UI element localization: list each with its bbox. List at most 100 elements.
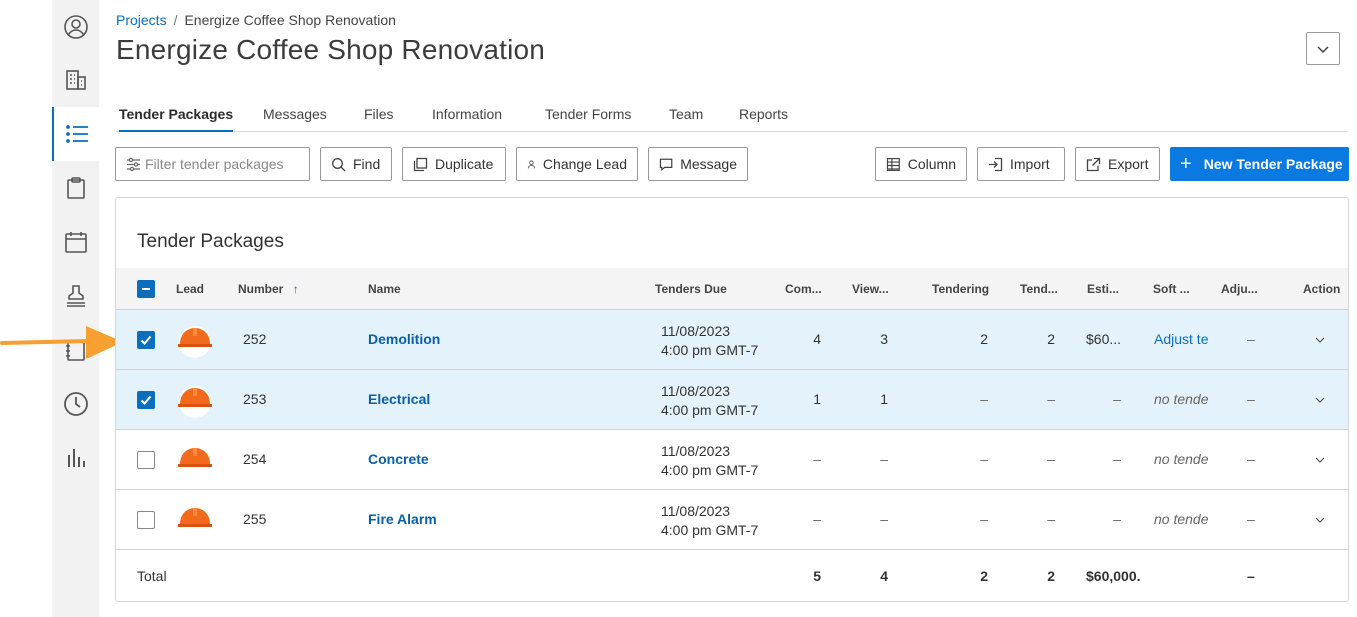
row-checkbox[interactable]: [137, 331, 155, 349]
table-header: Lead Number ↑ Name Tenders Due Com... Vi…: [116, 268, 1348, 310]
project-menu-button[interactable]: [1306, 32, 1340, 65]
header-estimate[interactable]: Esti...: [1087, 282, 1119, 296]
header-soft[interactable]: Soft ...: [1153, 282, 1190, 296]
sidebar-item-schedule[interactable]: [52, 215, 99, 269]
row-name-link[interactable]: Fire Alarm: [368, 511, 437, 527]
sidebar-item-reports[interactable]: [52, 431, 99, 485]
table-row[interactable]: 252 Demolition 11/08/2023 4:00 pm GMT-7 4…: [116, 310, 1348, 370]
sort-ascending-icon: ↑: [292, 282, 299, 296]
row-estimate: –: [1113, 391, 1121, 407]
message-button[interactable]: Message: [648, 147, 748, 181]
row-checkbox[interactable]: [137, 391, 155, 409]
row-soft: no tende: [1154, 511, 1209, 527]
header-number[interactable]: Number ↑: [238, 282, 299, 296]
sidebar-item-tender-packages[interactable]: [52, 107, 99, 161]
sidebar-item-history[interactable]: [52, 377, 99, 431]
row-tendered: –: [1047, 511, 1055, 527]
row-action-chevron-down-icon[interactable]: [1313, 333, 1327, 347]
chevron-down-icon: [1317, 45, 1329, 53]
change-lead-button[interactable]: Change Lead: [516, 147, 638, 181]
table-row[interactable]: 255 Fire Alarm 11/08/2023 4:00 pm GMT-7 –…: [116, 490, 1348, 550]
checkmark-icon: [140, 335, 152, 345]
row-action-chevron-down-icon[interactable]: [1313, 513, 1327, 527]
header-number-label: Number: [238, 282, 284, 296]
list-icon: [65, 125, 88, 143]
row-viewed: –: [880, 511, 888, 527]
filter-input[interactable]: Filter tender packages: [115, 147, 310, 181]
import-button-label: Import: [1010, 156, 1050, 172]
plus-icon: +: [1180, 153, 1192, 175]
header-tenders-due[interactable]: Tenders Due: [655, 282, 727, 296]
sidebar-item-clipboard[interactable]: [52, 161, 99, 215]
row-soft: no tende: [1154, 391, 1209, 407]
column-button[interactable]: Column: [875, 147, 967, 181]
duplicate-button[interactable]: Duplicate: [402, 147, 506, 181]
breadcrumb: Projects / Energize Coffee Shop Renovation: [116, 12, 396, 28]
hardhat-avatar-icon: [178, 386, 212, 418]
row-name-link[interactable]: Electrical: [368, 391, 430, 407]
find-button[interactable]: Find: [320, 147, 392, 181]
row-name-link[interactable]: Demolition: [368, 331, 440, 347]
export-button[interactable]: Export: [1075, 147, 1160, 181]
table-total-row: Total 5 4 2 2 $60,000. –: [116, 550, 1348, 601]
table-title: Tender Packages: [137, 231, 284, 252]
row-soft-link[interactable]: Adjust te: [1154, 331, 1212, 347]
filter-sliders-icon: [127, 157, 140, 171]
header-committed[interactable]: Com...: [785, 282, 822, 296]
row-tendering: –: [980, 511, 988, 527]
row-viewed: 1: [880, 391, 888, 407]
tab-information[interactable]: Information: [432, 106, 502, 132]
row-committed: –: [813, 451, 821, 467]
row-adjusted: –: [1247, 331, 1255, 347]
header-tendered[interactable]: Tend...: [1020, 282, 1058, 296]
row-viewed: 3: [880, 331, 888, 347]
filter-placeholder: Filter tender packages: [145, 156, 284, 172]
tab-team[interactable]: Team: [669, 106, 703, 132]
arrow-pointer-icon: [0, 326, 123, 359]
minus-icon: [142, 288, 150, 290]
row-tendering: –: [980, 391, 988, 407]
row-name-link[interactable]: Concrete: [368, 451, 429, 467]
sidebar-item-approvals[interactable]: [52, 269, 99, 323]
row-due-date: 11/08/2023: [661, 443, 731, 459]
tab-reports[interactable]: Reports: [739, 106, 788, 132]
table-columns-icon: [886, 157, 900, 171]
header-viewed[interactable]: View...: [852, 282, 889, 296]
header-lead[interactable]: Lead: [176, 282, 204, 296]
row-adjusted: –: [1247, 451, 1255, 467]
find-button-label: Find: [353, 156, 381, 172]
tab-messages[interactable]: Messages: [263, 106, 327, 132]
row-estimate: –: [1113, 451, 1121, 467]
tab-files[interactable]: Files: [364, 106, 394, 132]
row-number: 255: [243, 511, 267, 527]
row-action-chevron-down-icon[interactable]: [1313, 393, 1327, 407]
row-action-chevron-down-icon[interactable]: [1313, 453, 1327, 467]
tab-tender-packages[interactable]: Tender Packages: [119, 106, 234, 132]
breadcrumb-projects-link[interactable]: Projects: [116, 12, 167, 28]
header-tendering[interactable]: Tendering: [932, 282, 989, 296]
hardhat-avatar-icon: [178, 448, 212, 467]
hardhat-avatar-icon: [178, 326, 212, 358]
table-row[interactable]: 254 Concrete 11/08/2023 4:00 pm GMT-7 – –…: [116, 430, 1348, 490]
header-name[interactable]: Name: [368, 282, 401, 296]
row-tenders-due: 11/08/2023 4:00 pm GMT-7: [661, 502, 758, 540]
row-checkbox[interactable]: [137, 451, 155, 469]
change-lead-button-label: Change Lead: [542, 156, 627, 172]
header-adjusted[interactable]: Adju...: [1221, 282, 1258, 296]
sidebar-item-profile[interactable]: [52, 0, 99, 54]
message-icon: [659, 158, 673, 171]
message-button-label: Message: [680, 156, 737, 172]
new-tender-package-button[interactable]: + New Tender Package: [1170, 147, 1349, 181]
tab-tender-forms[interactable]: Tender Forms: [545, 106, 631, 132]
row-checkbox[interactable]: [137, 511, 155, 529]
import-button[interactable]: Import: [977, 147, 1065, 181]
row-soft: no tende: [1154, 451, 1209, 467]
select-all-checkbox[interactable]: [137, 280, 155, 298]
row-due-time: 4:00 pm GMT-7: [661, 402, 759, 418]
sidebar-item-company[interactable]: [52, 53, 99, 107]
table-row[interactable]: 253 Electrical 11/08/2023 4:00 pm GMT-7 1…: [116, 370, 1348, 430]
row-due-date: 11/08/2023: [661, 323, 731, 339]
hardhat-avatar-icon: [178, 508, 212, 527]
total-label: Total: [137, 568, 167, 584]
import-icon: [989, 157, 1003, 171]
